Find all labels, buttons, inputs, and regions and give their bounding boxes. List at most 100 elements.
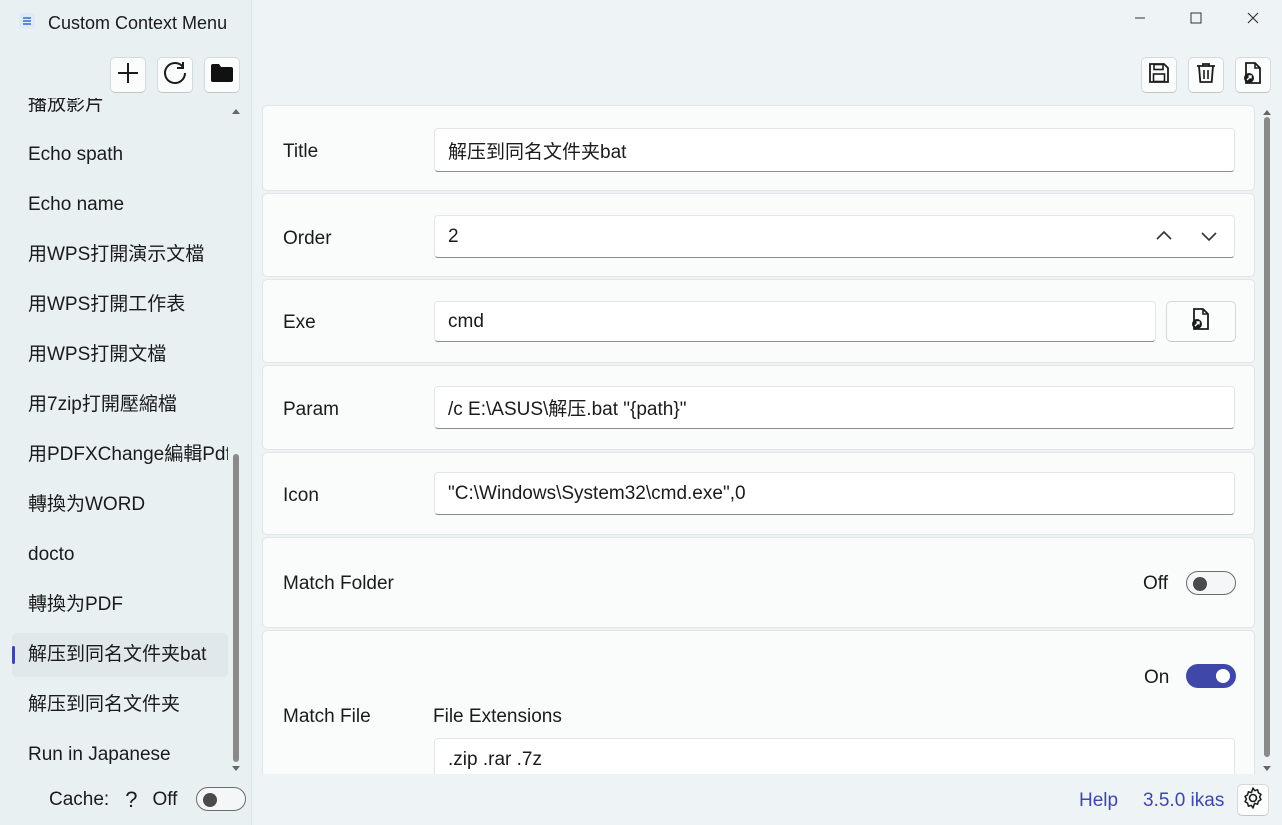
menu-item-label: 用WPS打開文檔 [28, 344, 167, 365]
minimize-button[interactable] [1128, 8, 1152, 32]
help-link[interactable]: Help [1079, 790, 1118, 812]
menu-item-label: 用WPS打開演示文檔 [28, 244, 205, 265]
app-menu-icon [18, 12, 36, 35]
menu-item[interactable]: 轉換为PDF [12, 583, 228, 627]
match-folder-card: Match Folder Off [262, 537, 1255, 628]
cache-toggle[interactable] [196, 787, 246, 811]
menu-item[interactable]: docto [12, 533, 228, 577]
menu-item[interactable]: Echo spath [12, 133, 228, 177]
cache-row: Cache: ? Off [49, 784, 177, 816]
menu-item[interactable]: 用7zip打開壓縮檔 [12, 383, 228, 427]
param-input[interactable]: /c E:\ASUS\解压.bat "{path}" [434, 386, 1235, 429]
param-label: Param [283, 399, 339, 420]
refresh-icon [162, 60, 188, 91]
menu-item[interactable]: 用WPS打開演示文檔 [12, 233, 228, 277]
browse-exe-button[interactable] [1166, 301, 1236, 342]
title-input[interactable]: 解压到同名文件夹bat [434, 128, 1235, 172]
scroll-down-icon[interactable] [230, 762, 242, 774]
scrollbar-thumb[interactable] [1264, 117, 1270, 757]
toggle-knob [1193, 577, 1207, 591]
selection-indicator [12, 646, 15, 664]
match-file-card: Match File On File Extensions .zip .rar … [262, 630, 1255, 774]
chevron-up-icon[interactable] [1155, 227, 1173, 250]
menu-item-label: 解压到同名文件夹bat [28, 644, 207, 665]
exe-input-value: cmd [448, 310, 484, 332]
file-extensions-label: File Extensions [433, 706, 562, 727]
menu-item[interactable]: Echo name [12, 183, 228, 227]
menu-item[interactable]: Run in Japanese [12, 733, 228, 774]
order-value: 2 [448, 225, 459, 247]
exe-card: Exe cmd [262, 279, 1255, 363]
menu-item[interactable]: 轉換为WORD [12, 483, 228, 527]
match-file-label: Match File [283, 706, 371, 727]
exe-input[interactable]: cmd [434, 301, 1156, 342]
menu-item-label: Echo name [28, 194, 125, 215]
menu-item[interactable]: 解压到同名文件夹 [12, 683, 228, 727]
scroll-up-icon[interactable] [1261, 105, 1273, 117]
sidebar-scrollbar[interactable] [230, 104, 242, 774]
exe-label: Exe [283, 312, 316, 333]
menu-item[interactable]: 用WPS打開工作表 [12, 283, 228, 327]
match-file-toggle[interactable] [1186, 664, 1236, 688]
menu-item-label: 轉換为PDF [28, 594, 124, 615]
scroll-down-icon[interactable] [1261, 762, 1273, 774]
add-icon [117, 62, 139, 89]
menu-item[interactable]: 播放影片 [12, 98, 228, 127]
icon-input[interactable]: "C:\Windows\System32\cmd.exe",0 [434, 472, 1235, 515]
menu-item-label: docto [28, 544, 75, 565]
cache-state-label: Off [152, 789, 178, 810]
version-link[interactable]: 3.5.0 ikas [1143, 790, 1224, 812]
toggle-knob [1216, 669, 1230, 683]
toggle-knob [203, 793, 217, 807]
settings-button[interactable] [1237, 784, 1269, 816]
menu-item-label: 用PDFXChange編輯Pdf [28, 444, 228, 465]
menu-item-selected[interactable]: 解压到同名文件夹bat [12, 633, 228, 677]
folder-icon [210, 63, 234, 88]
open-file-button[interactable] [1235, 57, 1271, 93]
menu-item-label: Echo spath [28, 144, 124, 165]
delete-button[interactable] [1188, 57, 1224, 93]
open-folder-button[interactable] [204, 57, 240, 93]
minimize-icon [1134, 11, 1146, 29]
match-file-state-label: On [1144, 667, 1170, 688]
param-card: Param /c E:\ASUS\解压.bat "{path}" [262, 365, 1255, 450]
order-card: Order 2 [262, 193, 1255, 277]
menu-item-list: 播放影片 Echo spath Echo name 用WPS打開演示文檔 用WP… [0, 98, 230, 774]
order-number-box[interactable]: 2 [434, 215, 1235, 258]
refresh-button[interactable] [157, 57, 193, 93]
add-button[interactable] [110, 57, 146, 93]
menu-item-label: Run in Japanese [28, 744, 171, 765]
open-file-icon [1241, 61, 1265, 90]
file-extensions-input[interactable]: .zip .rar .7z [434, 738, 1235, 774]
menu-item[interactable]: 用PDFXChange編輯Pdf [12, 433, 228, 477]
maximize-button[interactable] [1184, 8, 1208, 32]
icon-card: Icon "C:\Windows\System32\cmd.exe",0 [262, 452, 1255, 535]
editor-scrollbar[interactable] [1261, 105, 1273, 774]
scroll-up-icon[interactable] [230, 104, 242, 116]
app-title: Custom Context Menu [48, 12, 228, 33]
menu-item-label: 解压到同名文件夹 [28, 694, 181, 715]
chevron-down-icon[interactable] [1200, 227, 1218, 250]
maximize-icon [1190, 11, 1202, 29]
open-file-icon [1189, 307, 1213, 336]
match-folder-state-label: Off [1143, 573, 1168, 594]
match-folder-toggle[interactable] [1186, 571, 1236, 595]
save-button[interactable] [1141, 57, 1177, 93]
icon-label: Icon [283, 485, 319, 506]
menu-item[interactable]: 用WPS打開文檔 [12, 333, 228, 377]
cache-label: Cache: [49, 789, 110, 810]
close-icon [1247, 11, 1259, 29]
menu-item-label: 播放影片 [28, 98, 105, 115]
save-icon [1147, 61, 1171, 90]
title-card: Title 解压到同名文件夹bat [262, 105, 1255, 191]
help-icon[interactable]: ? [125, 787, 137, 813]
menu-item-label: 用7zip打開壓縮檔 [28, 394, 177, 415]
title-bar: Custom Context Menu [18, 10, 227, 36]
match-folder-label: Match Folder [283, 573, 394, 594]
param-input-value: /c E:\ASUS\解压.bat "{path}" [448, 399, 687, 420]
menu-item-label: 用WPS打開工作表 [28, 294, 186, 315]
close-button[interactable] [1241, 8, 1265, 32]
title-input-value: 解压到同名文件夹bat [448, 141, 627, 163]
delete-icon [1194, 61, 1218, 90]
scrollbar-thumb[interactable] [233, 454, 239, 762]
